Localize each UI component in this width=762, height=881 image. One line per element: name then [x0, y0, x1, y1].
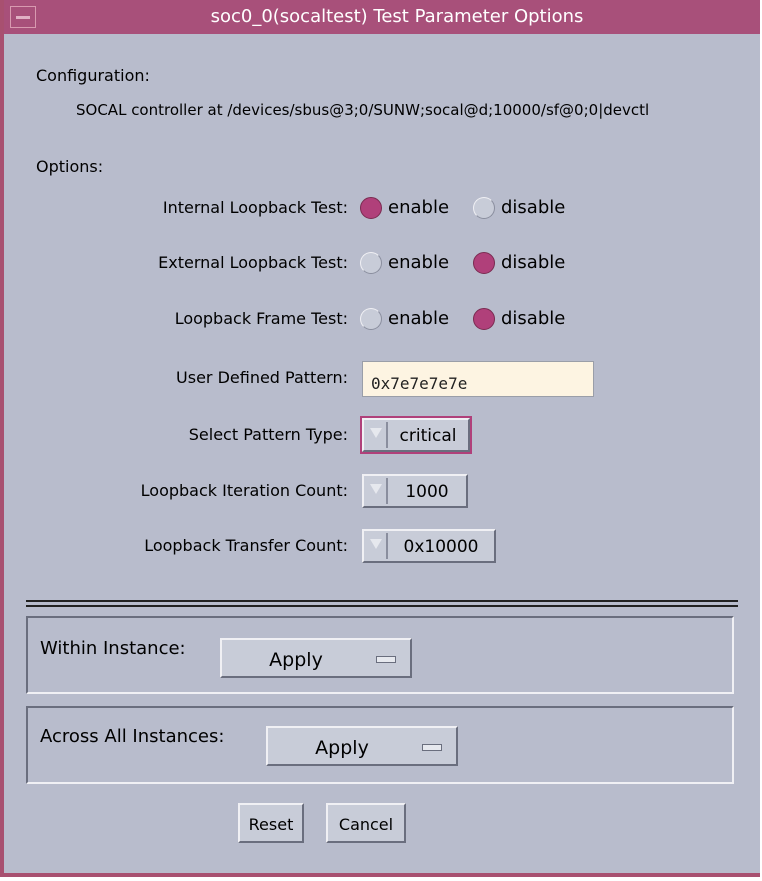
- dropdown-arrow-icon: [370, 539, 382, 549]
- within-instance-apply-label: Apply: [269, 649, 323, 671]
- menu-indicator-icon: [376, 656, 396, 663]
- cancel-button[interactable]: Cancel: [326, 803, 406, 843]
- internal-loopback-disable-radio[interactable]: [473, 197, 495, 219]
- loopback-frame-enable-label[interactable]: enable: [388, 308, 449, 329]
- separator: [26, 600, 738, 602]
- external-loopback-disable-label[interactable]: disable: [501, 252, 565, 273]
- external-loopback-disable-radio[interactable]: [473, 252, 495, 274]
- configuration-heading: Configuration:: [36, 66, 150, 85]
- iteration-count-label: Loopback Iteration Count:: [140, 481, 348, 500]
- dropdown-arrow-icon: [370, 484, 382, 494]
- window-title: soc0_0(socaltest) Test Parameter Options: [210, 6, 584, 27]
- loopback-frame-enable-radio[interactable]: [360, 308, 382, 330]
- within-instance-label: Within Instance:: [40, 638, 186, 659]
- configuration-text: SOCAL controller at /devices/sbus@3;0/SU…: [76, 101, 650, 119]
- options-heading: Options:: [36, 157, 104, 176]
- loopback-frame-disable-label[interactable]: disable: [501, 308, 565, 329]
- across-instances-apply-label: Apply: [315, 737, 369, 759]
- across-instances-label: Across All Instances:: [40, 726, 225, 747]
- external-loopback-enable-label[interactable]: enable: [388, 252, 449, 273]
- loopback-frame-disable-radio[interactable]: [473, 308, 495, 330]
- external-loopback-label: External Loopback Test:: [158, 253, 348, 272]
- separator: [26, 605, 738, 607]
- reset-button[interactable]: Reset: [238, 803, 304, 843]
- pattern-type-menu[interactable]: critical: [360, 416, 472, 454]
- pattern-type-label: Select Pattern Type:: [188, 425, 348, 444]
- user-pattern-label: User Defined Pattern:: [176, 368, 348, 387]
- dropdown-arrow-icon: [370, 428, 382, 438]
- internal-loopback-disable-label[interactable]: disable: [501, 197, 565, 218]
- window-menu-icon[interactable]: [10, 6, 36, 28]
- menu-indicator-icon: [422, 744, 442, 751]
- dialog-window: soc0_0(socaltest) Test Parameter Options…: [0, 0, 760, 877]
- transfer-count-menu[interactable]: 0x10000: [362, 529, 496, 563]
- across-instances-apply-button[interactable]: Apply: [266, 726, 458, 766]
- loopback-frame-label: Loopback Frame Test:: [174, 309, 348, 328]
- internal-loopback-enable-radio[interactable]: [360, 197, 382, 219]
- across-instances-group: Across All Instances: Apply: [26, 706, 734, 784]
- iteration-count-menu[interactable]: 1000: [362, 474, 468, 508]
- within-instance-apply-button[interactable]: Apply: [220, 638, 412, 678]
- transfer-count-value: 0x10000: [403, 537, 479, 557]
- iteration-count-value: 1000: [405, 482, 449, 502]
- pattern-type-value: critical: [399, 426, 457, 446]
- user-pattern-input[interactable]: [362, 361, 594, 397]
- transfer-count-label: Loopback Transfer Count:: [144, 536, 348, 555]
- title-bar[interactable]: soc0_0(socaltest) Test Parameter Options: [4, 0, 760, 34]
- internal-loopback-enable-label[interactable]: enable: [388, 197, 449, 218]
- within-instance-group: Within Instance: Apply: [26, 616, 734, 694]
- external-loopback-enable-radio[interactable]: [360, 252, 382, 274]
- internal-loopback-label: Internal Loopback Test:: [162, 198, 348, 217]
